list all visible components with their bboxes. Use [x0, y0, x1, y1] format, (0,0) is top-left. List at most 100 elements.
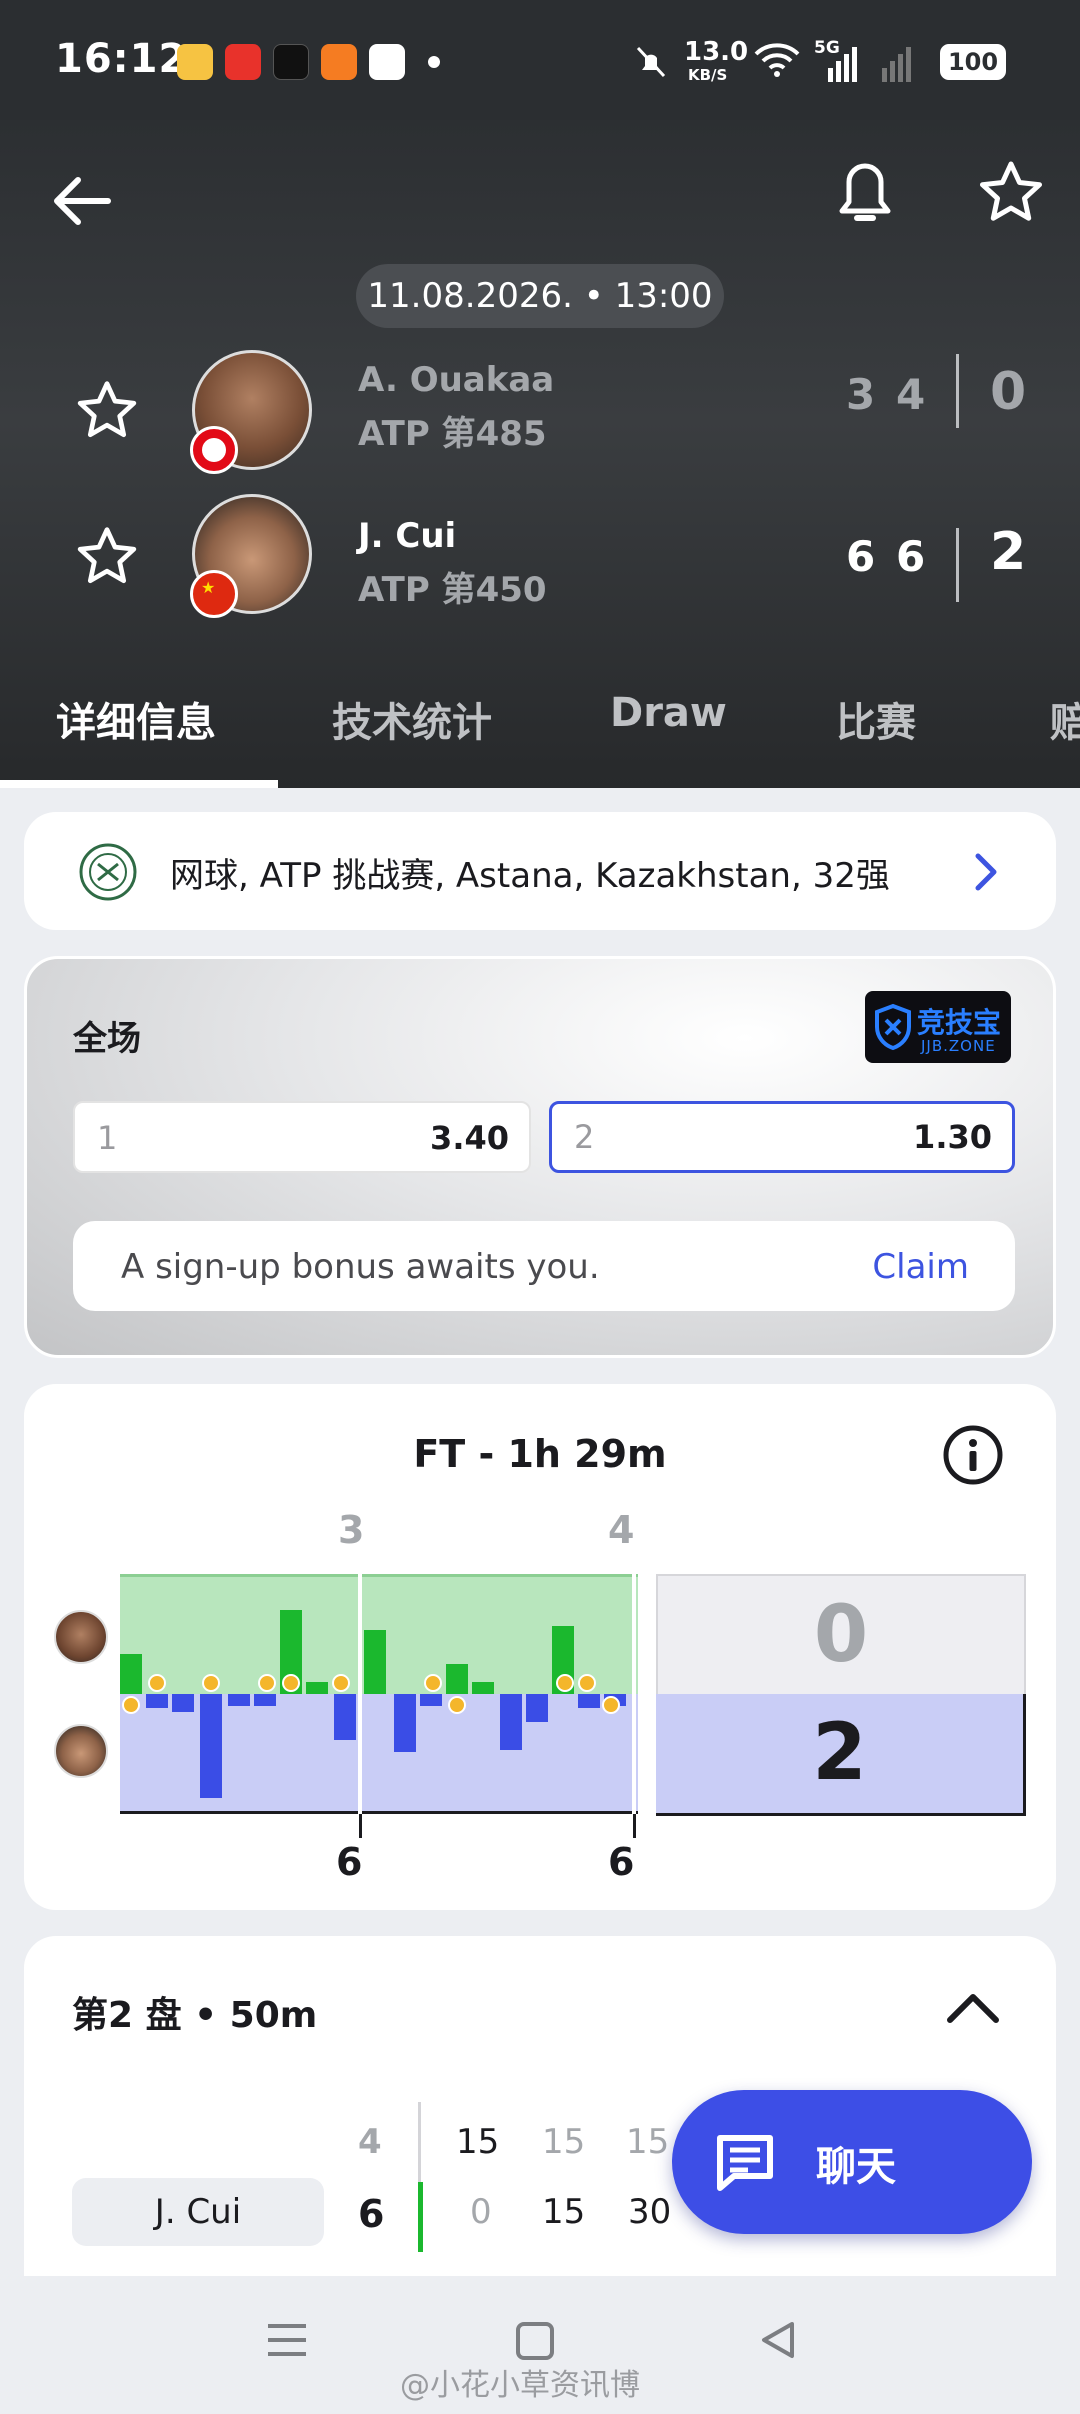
momentum-bar — [172, 1694, 194, 1712]
set-1-bottom-games: 6 — [336, 1840, 363, 1884]
toutiao-app-icon — [225, 44, 261, 80]
back-arrow-icon[interactable] — [48, 166, 118, 236]
home-square-icon[interactable] — [514, 2320, 556, 2362]
player-1-mini-avatar — [54, 1610, 108, 1664]
break-point-marker — [424, 1674, 442, 1692]
more-notifications-dot — [428, 56, 440, 68]
odds-option-2[interactable]: 2 1.30 — [549, 1101, 1015, 1173]
tournament-text: 网球, ATP 挑战赛, Astana, Kazakhstan, 32强 — [170, 856, 890, 896]
battery-level: 100 — [940, 44, 1006, 80]
break-point-marker — [578, 1674, 596, 1692]
break-point-marker — [202, 1674, 220, 1692]
set-1-top-games: 3 — [338, 1508, 365, 1552]
signal-bars-icon — [828, 47, 911, 82]
set-2-title: 第2 盘 • 50m — [72, 1995, 318, 2036]
momentum-score-top: 0 — [656, 1574, 1026, 1694]
chevron-up-icon[interactable] — [944, 1988, 1002, 2028]
point-score: 15 — [456, 2122, 500, 2162]
claim-link[interactable]: Claim — [872, 1247, 969, 1287]
tab-draw[interactable]: Draw — [610, 690, 727, 736]
bonus-banner: A sign-up bonus awaits you. Claim — [73, 1221, 1015, 1311]
net-speed-unit: KB/S — [688, 66, 728, 84]
chat-label: 聊天 — [816, 2144, 896, 2190]
score-divider — [956, 354, 959, 428]
sets-won: 2 — [990, 522, 1027, 582]
point-score: 15 — [542, 2192, 586, 2232]
books-app-icon — [321, 44, 357, 80]
momentum-bar — [146, 1694, 168, 1708]
momentum-card: FT - 1h 29m 3 4 6 6 0 2 — [24, 1384, 1056, 1910]
tab-matches[interactable]: 比赛 — [836, 690, 916, 748]
momentum-score-bottom-value: 2 — [812, 1708, 867, 1798]
tab-details[interactable]: 详细信息 — [56, 690, 216, 748]
menu-icon[interactable] — [264, 2320, 310, 2360]
momentum-bar — [228, 1694, 250, 1706]
player-name-chip: J. Cui — [72, 2178, 324, 2246]
chat-bubble-icon — [717, 2135, 773, 2191]
status-time: 16:12 — [55, 36, 188, 82]
set-2-top-games: 4 — [608, 1508, 635, 1552]
break-point-marker — [602, 1696, 620, 1714]
player-row-1[interactable]: A. Ouakaa ATP 第485 3 4 0 — [0, 350, 1080, 490]
favorite-match-star-icon[interactable] — [976, 158, 1046, 228]
info-icon[interactable] — [942, 1424, 1004, 1486]
back-triangle-icon[interactable] — [756, 2318, 800, 2362]
momentum-bar — [306, 1682, 328, 1694]
china-flag-icon: ★ — [190, 570, 238, 618]
tournament-link[interactable]: 网球, ATP 挑战赛, Astana, Kazakhstan, 32强 — [24, 812, 1056, 930]
momentum-bar — [526, 1694, 548, 1722]
momentum-bar — [364, 1630, 386, 1694]
momentum-chart — [120, 1554, 660, 1888]
set-1-games: 3 — [846, 370, 876, 419]
set-2-games: 4 — [896, 370, 926, 419]
momentum-bar — [500, 1694, 522, 1750]
score-divider — [956, 528, 959, 602]
tab-odds[interactable]: 赔 — [1050, 690, 1080, 748]
point-score: 15 — [542, 2122, 586, 2162]
set-2-tick — [633, 1814, 636, 1838]
store-app-icon — [369, 44, 405, 80]
player-favorite-star-icon[interactable] — [74, 524, 140, 590]
break-point-marker — [258, 1674, 276, 1692]
bonus-text: A sign-up bonus awaits you. — [121, 1247, 600, 1287]
odds-option-label: 2 — [574, 1118, 595, 1156]
momentum-bar — [578, 1694, 600, 1708]
odds-option-label: 1 — [97, 1119, 118, 1157]
status-bar: 16:12 13.0 KB/S 5G 100 — [0, 0, 1080, 120]
player-favorite-star-icon[interactable] — [74, 378, 140, 444]
chat-button[interactable]: 聊天 — [672, 2090, 1032, 2234]
odds-option-value: 3.40 — [430, 1119, 509, 1157]
break-point-marker — [148, 1674, 166, 1692]
momentum-bar — [472, 1682, 494, 1694]
point-score: 30 — [628, 2192, 672, 2232]
sets-won: 0 — [990, 362, 1027, 422]
set-2-divider — [632, 1554, 636, 1834]
break-point-marker — [448, 1696, 466, 1714]
odds-option-1[interactable]: 1 3.40 — [73, 1101, 531, 1173]
momentum-bar — [200, 1694, 222, 1798]
bookmaker-logo[interactable]: 竞技宝 JJB.ZONE — [865, 991, 1011, 1063]
set-1-tick — [359, 1814, 362, 1838]
system-nav-bar: @小花小草资讯博 — [0, 2276, 1080, 2414]
bookmaker-name: 竞技宝 — [917, 1006, 1002, 1039]
player-2-mini-avatar — [54, 1724, 108, 1778]
odds-card: 全场 竞技宝 JJB.ZONE 1 3.40 2 1.30 A sign-up … — [24, 956, 1056, 1358]
chevron-right-icon — [975, 853, 997, 891]
tab-active-indicator — [0, 780, 278, 788]
weibo-app-icon — [177, 44, 213, 80]
chart-bottom-zone — [120, 1694, 638, 1814]
set-1-games: 6 — [846, 532, 876, 581]
bell-icon[interactable] — [830, 156, 900, 236]
point-score: 15 — [626, 2122, 670, 2162]
momentum-bar — [120, 1654, 142, 1694]
break-point-marker — [122, 1696, 140, 1714]
player-name: J. Cui — [358, 516, 457, 556]
tab-stats[interactable]: 技术统计 — [332, 690, 492, 748]
momentum-score-top-value: 0 — [813, 1590, 869, 1680]
player-rank: ATP 第485 — [358, 414, 547, 454]
momentum-bar — [254, 1694, 276, 1706]
break-point-marker — [282, 1674, 300, 1692]
momentum-bar — [394, 1694, 416, 1752]
break-point-marker — [556, 1674, 574, 1692]
match-datetime: 11.08.2026. • 13:00 — [356, 264, 724, 328]
